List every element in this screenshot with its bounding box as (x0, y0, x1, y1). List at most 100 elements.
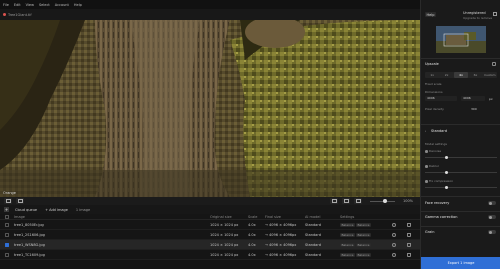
menu-help[interactable]: Help (74, 3, 82, 7)
viewer-image-label: Orange (3, 191, 16, 195)
row-setting-2[interactable]: Balance (356, 232, 371, 237)
row-original-size: 1024 × 1024 px (210, 232, 239, 237)
row-setting-1[interactable]: Balance (340, 232, 355, 237)
preview-eye-icon[interactable] (392, 232, 396, 237)
navigator-thumbnail[interactable] (436, 26, 486, 53)
zoom-level: 100% (403, 198, 414, 203)
model-title: Standard (431, 129, 447, 133)
add-button[interactable]: + (4, 207, 9, 212)
scale-option-4x[interactable]: 4x (453, 72, 469, 78)
menu-view[interactable]: View (26, 3, 34, 7)
menu-select[interactable]: Select (39, 3, 50, 7)
row-file-name: tree1_2S1606.jpg (14, 232, 45, 237)
gamma-correction-label: Gamma correction (425, 215, 458, 219)
single-view-button[interactable] (330, 198, 338, 204)
fit-view-button[interactable] (4, 198, 12, 204)
row-checkbox[interactable] (5, 232, 9, 237)
fixed-scale-label: Fixed scale (425, 82, 442, 86)
split-icon (17, 199, 23, 203)
height-input[interactable]: 4096 (461, 96, 485, 101)
row-ai-model: Standard (305, 222, 321, 227)
gamma-correction-toggle[interactable] (488, 215, 496, 219)
image-viewer[interactable]: Orange (0, 20, 420, 197)
table-row[interactable]: tree1_8050Er.jpg 1024 × 1024 px 4.0x → 4… (0, 220, 420, 230)
close-dot-icon[interactable] (3, 13, 6, 16)
grid-view-button[interactable] (354, 198, 362, 204)
denoise-slider-knob[interactable] (445, 155, 448, 159)
back-chevron-icon[interactable]: ‹ (425, 129, 426, 133)
header-final-size: Final size (265, 214, 281, 219)
menu-file[interactable]: File (3, 3, 9, 7)
exit-icon[interactable] (493, 12, 497, 16)
upscale-settings-icon[interactable] (492, 62, 496, 66)
side-by-side-button[interactable] (342, 198, 350, 204)
denoise-label: Denoise (429, 149, 442, 153)
menu-account[interactable]: Account (55, 3, 69, 7)
row-setting-2[interactable]: Balance (356, 222, 371, 227)
scale-option-1x[interactable]: 1x (425, 72, 439, 78)
row-checkbox[interactable] (5, 222, 9, 227)
preview-eye-icon[interactable] (392, 222, 396, 227)
file-name[interactable]: Tree1Giant.tif (8, 13, 32, 17)
row-final-size: → 4096 × 4096px (265, 222, 297, 227)
denoise-slider[interactable] (425, 155, 497, 159)
row-checkbox[interactable] (5, 252, 9, 257)
zoom-slider-knob[interactable] (383, 199, 387, 203)
grain-toggle[interactable] (488, 230, 496, 234)
select-all-checkbox[interactable] (5, 214, 9, 219)
row-checkbox[interactable] (5, 242, 9, 247)
width-input[interactable]: 4096 (425, 96, 457, 101)
delete-trash-icon[interactable] (407, 222, 411, 227)
table-row[interactable]: tree1_WSN8G.jpg 1024 × 1024 px 4.0x → 40… (0, 240, 420, 250)
delete-trash-icon[interactable] (407, 242, 411, 247)
preview-eye-icon[interactable] (392, 242, 396, 247)
table-row[interactable]: tree1_2S1606.jpg 1024 × 1024 px 4.0x → 4… (0, 230, 420, 240)
scale-option-2x[interactable]: 2x (439, 72, 453, 78)
delete-trash-icon[interactable] (407, 252, 411, 257)
header-original-size: Original size (210, 214, 232, 219)
row-setting-1[interactable]: Balance (340, 222, 355, 227)
face-recovery-label: Face recovery (425, 201, 450, 205)
row-setting-2[interactable]: Balance (356, 242, 371, 247)
pixel-density-value[interactable]: 300 (471, 107, 477, 111)
table-row[interactable]: tree1_TC1609.jpg 1024 × 1024 px 4.0x → 4… (0, 250, 420, 260)
row-setting-1[interactable]: Balance (340, 252, 355, 257)
export-button[interactable]: Export 1 image (421, 257, 500, 269)
image-count: 1 image (75, 207, 91, 212)
face-recovery-toggle[interactable] (488, 201, 496, 205)
menu-edit[interactable]: Edit (14, 3, 21, 7)
dimension-unit[interactable]: px (489, 97, 493, 101)
preview-eye-icon[interactable] (392, 252, 396, 257)
row-final-size: → 4096 × 4096px (265, 252, 297, 257)
scale-option-custom[interactable]: Custom (483, 72, 497, 78)
row-file-name: tree1_TC1609.jpg (14, 252, 45, 257)
row-original-size: 1024 × 1024 px (210, 252, 239, 257)
delete-trash-icon[interactable] (407, 232, 411, 237)
add-image-button[interactable]: + Add image (45, 208, 68, 212)
fix-compression-slider[interactable] (425, 185, 497, 189)
row-file-name: tree1_WSN8G.jpg (14, 242, 45, 247)
account-status[interactable]: Unregistered (463, 11, 486, 15)
fix-compression-label: Fix compression (429, 179, 454, 183)
cloud-queue-button[interactable]: Cloud queue (15, 208, 37, 212)
scale-selector: 1x 2x 4x 6x Custom (425, 72, 497, 78)
row-original-size: 1024 × 1024 px (210, 242, 239, 247)
header-ai-model: AI model (305, 214, 321, 219)
fix-compression-slider-knob[interactable] (445, 185, 448, 189)
divider (421, 124, 500, 125)
settings-panel: Help Unregistered Upgrade to remove Upsc… (420, 0, 500, 269)
row-setting-2[interactable]: Balance (356, 252, 371, 257)
divider (421, 196, 500, 197)
compare-view-button[interactable] (16, 198, 24, 204)
pixel-density-label: Pixel density (425, 107, 444, 111)
divider (421, 226, 500, 227)
scale-option-6x[interactable]: 6x (468, 72, 482, 78)
single-icon (331, 199, 337, 203)
deblur-slider-knob[interactable] (445, 170, 448, 174)
row-setting-1[interactable]: Balance (340, 242, 355, 247)
deblur-slider[interactable] (425, 170, 497, 174)
help-button[interactable]: Help (425, 12, 436, 17)
upscale-title: Upscale (425, 62, 439, 66)
tree-image (0, 20, 420, 197)
queue-toolbar: + Cloud queue + Add image 1 image (0, 205, 420, 214)
